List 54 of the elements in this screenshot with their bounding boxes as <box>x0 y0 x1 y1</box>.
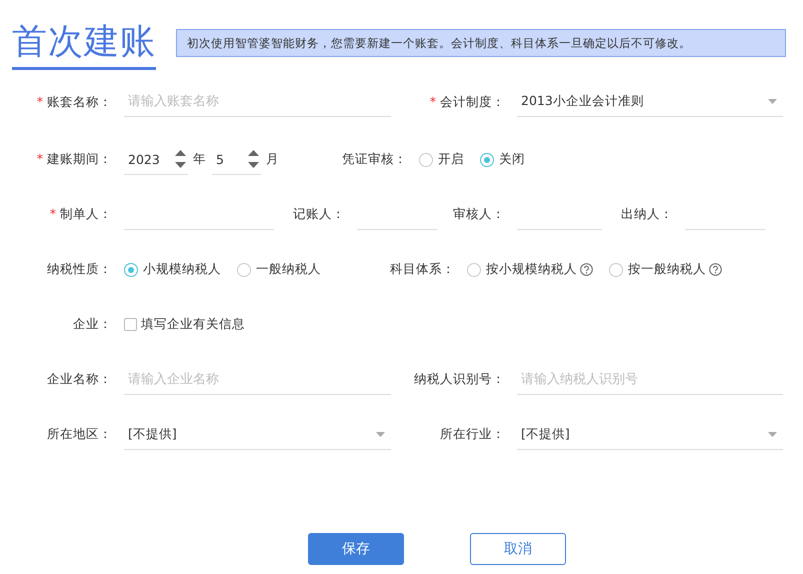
spinner-arrows-icon <box>248 149 259 169</box>
radio-option[interactable]: 小规模纳税人 <box>124 261 221 278</box>
field-label: 出纳人： <box>621 206 673 221</box>
radio-button[interactable] <box>237 262 251 276</box>
field-label: 账套名称： <box>47 94 112 108</box>
notice-banner: 初次使用智管婆智能财务，您需要新建一个账套。会计制度、科目体系一旦确定以后不可修改。 <box>176 29 786 57</box>
region-dropdown[interactable]: [不提供] <box>124 420 391 450</box>
radio-option[interactable]: 一般纳税人 <box>237 261 321 278</box>
radio-button[interactable] <box>609 262 623 276</box>
radio-button[interactable] <box>419 152 433 166</box>
month-spinner[interactable]: 5 <box>212 144 261 174</box>
field-label: 纳税性质： <box>47 261 112 276</box>
radio-button[interactable] <box>480 152 494 166</box>
field-label: 建账期间： <box>47 151 112 166</box>
unit-label: 月 <box>266 151 279 168</box>
spinner-arrows-icon <box>175 149 186 169</box>
caret-icon <box>768 99 777 104</box>
checkbox-option[interactable]: 填写企业有关信息 <box>124 316 245 333</box>
caret-icon <box>376 432 385 436</box>
field-label: 企业名称： <box>47 371 112 386</box>
field-label: 所在行业： <box>440 426 505 441</box>
save-button[interactable]: 保存 <box>308 533 404 565</box>
field-label: 企业： <box>73 316 112 331</box>
required-mark: * <box>36 94 43 108</box>
field-label: 科目体系： <box>390 261 455 276</box>
field-label: 会计制度： <box>440 94 505 108</box>
radio-button[interactable] <box>124 262 138 276</box>
radio-option[interactable]: 按小规模纳税人 <box>467 261 593 278</box>
radio-button[interactable] <box>467 262 481 276</box>
required-mark: * <box>50 206 56 221</box>
unit-label: 年 <box>193 151 206 168</box>
caret-icon <box>768 432 777 436</box>
page-title: 首次建账 <box>12 19 156 70</box>
radio-option[interactable]: 按一般纳税人 <box>609 261 722 278</box>
checkbox[interactable] <box>124 318 137 331</box>
year-spinner[interactable]: 2023 <box>124 144 188 174</box>
accounting-standard-dropdown[interactable]: 2013小企业会计准则 <box>517 87 783 117</box>
field-label: 记账人： <box>293 206 345 221</box>
field-label: 审核人： <box>453 206 505 221</box>
field-label: 制单人： <box>60 206 112 221</box>
required-mark: * <box>36 151 43 166</box>
radio-option[interactable]: 开启 <box>419 151 464 168</box>
help-icon[interactable] <box>709 263 722 276</box>
company-name-field[interactable]: 请输入企业名称 <box>124 364 391 394</box>
help-icon[interactable] <box>580 263 593 276</box>
cancel-button[interactable]: 取消 <box>470 533 566 565</box>
required-mark: * <box>430 94 436 108</box>
field-label: 所在地区： <box>47 426 112 441</box>
radio-option[interactable]: 关闭 <box>480 151 525 168</box>
taxpayer-id-field[interactable]: 请输入纳税人识别号 <box>517 364 783 394</box>
account-name-field[interactable]: 请输入账套名称 <box>124 87 391 117</box>
field-label: 凭证审核： <box>342 151 407 166</box>
field-label: 纳税人识别号： <box>414 371 505 386</box>
industry-dropdown[interactable]: [不提供] <box>517 420 783 450</box>
